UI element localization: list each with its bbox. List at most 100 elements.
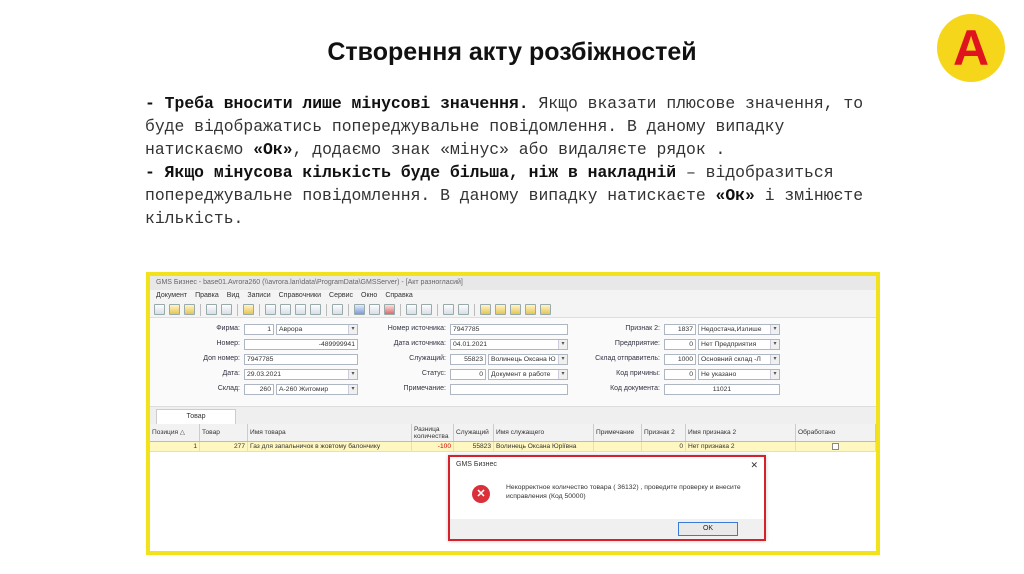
firma-select[interactable]: Аврора ▾ (276, 324, 358, 335)
menu-document[interactable]: Документ (156, 290, 187, 302)
ok-button[interactable]: OK (678, 522, 738, 536)
col-note[interactable]: Примечание (594, 424, 642, 441)
tools-icon[interactable] (443, 304, 454, 315)
chevron-down-icon[interactable]: ▾ (770, 370, 779, 379)
menu-help[interactable]: Справка (385, 290, 412, 302)
menu-service[interactable]: Сервис (329, 290, 353, 302)
folder-icon[interactable] (184, 304, 195, 315)
primechanie-field[interactable] (450, 384, 568, 395)
firma-name: Аврора (279, 326, 303, 333)
sluzh-name: Волинець Оксана Ю (491, 356, 556, 363)
find-icon[interactable] (421, 304, 432, 315)
chevron-down-icon[interactable]: ▾ (558, 370, 567, 379)
sluzh-code-field[interactable]: 55823 (450, 354, 486, 365)
chevron-down-icon[interactable]: ▾ (770, 340, 779, 349)
report3-icon[interactable] (510, 304, 521, 315)
predpr-select[interactable]: Нет Предприятия ▾ (698, 339, 780, 350)
refresh-icon[interactable] (332, 304, 343, 315)
print-icon[interactable] (221, 304, 232, 315)
tab-tovar[interactable]: Товар (156, 409, 236, 425)
first-record-icon[interactable] (265, 304, 276, 315)
check-icon[interactable] (458, 304, 469, 315)
report4-icon[interactable] (525, 304, 536, 315)
menu-window[interactable]: Окно (361, 290, 377, 302)
kod-prichiny-code-field[interactable]: 0 (664, 369, 696, 380)
data-ist-label: Дата источника: (393, 340, 446, 347)
predpr-name: Нет Предприятия (701, 341, 757, 348)
close-icon[interactable]: ✕ (750, 457, 758, 473)
para1-tail: , додаємо знак «мінус» або видаляєте ряд… (292, 140, 726, 159)
dialog-message: Некорректное количество товара ( 36132) … (506, 484, 741, 500)
col-employee[interactable]: Служащий (454, 424, 494, 441)
menu-records[interactable]: Записи (247, 290, 270, 302)
menu-references[interactable]: Справочники (279, 290, 321, 302)
instruction-text: - Треба вносити лише мінусові значення. … (145, 92, 885, 230)
col-position[interactable]: Позиция △ (150, 424, 200, 441)
filter-icon[interactable] (406, 304, 417, 315)
new-doc-icon[interactable] (154, 304, 165, 315)
col-employee-name[interactable]: Имя служащего (494, 424, 594, 441)
dop-nomer-field[interactable]: 7947785 (244, 354, 358, 365)
para1-ok: «Ок» (253, 140, 293, 159)
col-product-name[interactable]: Имя товара (248, 424, 412, 441)
last-record-icon[interactable] (310, 304, 321, 315)
chevron-down-icon[interactable]: ▾ (770, 325, 779, 334)
sklad-select[interactable]: А-260 Житомир ▾ (276, 384, 358, 395)
sklad-otpr-code-field[interactable]: 1000 (664, 354, 696, 365)
undo-icon[interactable] (369, 304, 380, 315)
toolbar-divider (237, 303, 238, 316)
col-processed[interactable]: Обработано (796, 424, 876, 441)
save-icon[interactable] (354, 304, 365, 315)
status-code-field[interactable]: 0 (450, 369, 486, 380)
chevron-down-icon[interactable]: ▾ (558, 340, 567, 349)
chevron-down-icon[interactable]: ▾ (348, 325, 357, 334)
sklad-code-field[interactable]: 260 (244, 384, 274, 395)
priznak2-code-field[interactable]: 1837 (664, 324, 696, 335)
priznak2-select[interactable]: Недостача,Излише ▾ (698, 324, 780, 335)
cell-position: 1 (150, 442, 200, 451)
report5-icon[interactable] (540, 304, 551, 315)
open-folder-icon[interactable] (169, 304, 180, 315)
col-qty-diff[interactable]: Разница количества (412, 424, 454, 441)
predpr-label: Предприятие: (614, 340, 660, 347)
next-record-icon[interactable] (295, 304, 306, 315)
kod-doc-field[interactable]: 11021 (664, 384, 780, 395)
report-icon[interactable] (480, 304, 491, 315)
nomer-ist-field[interactable]: 7947785 (450, 324, 568, 335)
cell-qty-diff[interactable]: -100 (412, 442, 454, 451)
data-ist-field[interactable]: 04.01.2021 ▾ (450, 339, 568, 350)
col-attr2[interactable]: Признак 2 (642, 424, 686, 441)
primechanie-label: Примечание: (403, 385, 446, 392)
priznak2-label: Признак 2: (625, 325, 660, 332)
tab-strip: Товар (150, 406, 876, 425)
chevron-down-icon[interactable]: ▾ (770, 355, 779, 364)
firma-code-field[interactable]: 1 (244, 324, 274, 335)
chevron-down-icon[interactable]: ▾ (558, 355, 567, 364)
nomer-ist-label: Номер источника: (387, 325, 446, 332)
preview-icon[interactable] (206, 304, 217, 315)
data-field[interactable]: 29.03.2021 ▾ (244, 369, 358, 380)
col-attr2-name[interactable]: Имя признака 2 (686, 424, 796, 441)
chevron-down-icon[interactable]: ▾ (348, 385, 357, 394)
processed-checkbox[interactable] (832, 442, 839, 450)
toolbar-divider (348, 303, 349, 316)
kod-prichiny-select[interactable]: Не указано ▾ (698, 369, 780, 380)
run-icon[interactable] (243, 304, 254, 315)
menu-view[interactable]: Вид (227, 290, 240, 302)
status-select[interactable]: Документ в работе ▾ (488, 369, 568, 380)
delete-icon[interactable] (384, 304, 395, 315)
prev-record-icon[interactable] (280, 304, 291, 315)
report2-icon[interactable] (495, 304, 506, 315)
col-product[interactable]: Товар (200, 424, 248, 441)
cell-attr2-name: Нет признака 2 (686, 442, 796, 451)
sklad-name: А-260 Житомир (279, 386, 329, 393)
sklad-otpr-select[interactable]: Основний склад -Л ▾ (698, 354, 780, 365)
menu-edit[interactable]: Правка (195, 290, 219, 302)
sklad-otpr-name: Основний склад -Л (701, 356, 761, 363)
kod-doc-label: Код документа: (610, 385, 660, 392)
table-row[interactable]: 1 277 Газ для запальничок в жовтому бало… (150, 442, 876, 452)
nomer-field[interactable]: -489999941 (244, 339, 358, 350)
sluzh-select[interactable]: Волинець Оксана Ю ▾ (488, 354, 568, 365)
predpr-code-field[interactable]: 0 (664, 339, 696, 350)
chevron-down-icon[interactable]: ▾ (348, 370, 357, 379)
